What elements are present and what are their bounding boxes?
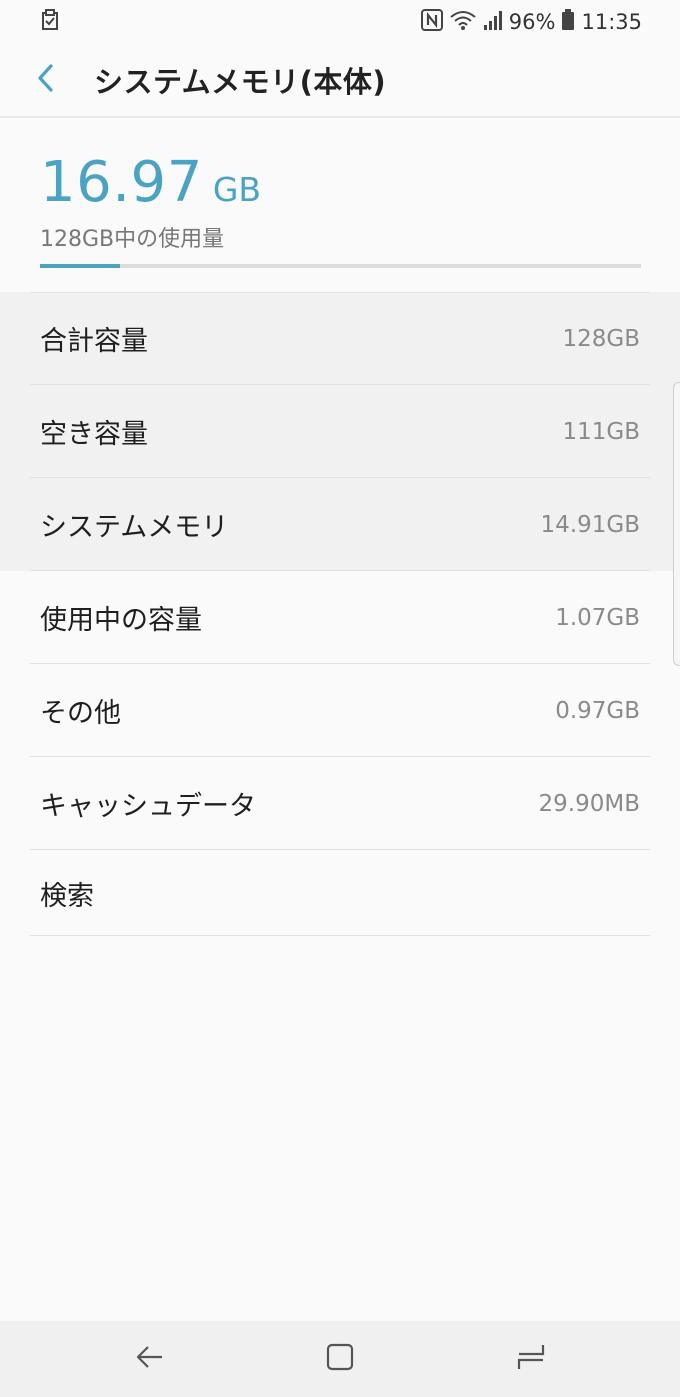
nav-back-button[interactable] — [90, 1321, 210, 1397]
list-item-cache[interactable]: キャッシュデータ 29.90MB — [0, 757, 680, 850]
list-item-value: 14.91GB — [540, 511, 640, 538]
nfc-icon — [420, 8, 443, 36]
back-button[interactable] — [12, 43, 80, 117]
used-value: 16.97 — [40, 150, 203, 215]
list-item-label: 合計容量 — [40, 326, 148, 357]
edge-panel-handle[interactable] — [673, 382, 680, 666]
wifi-icon — [449, 9, 477, 36]
list-item-value: 29.90MB — [538, 790, 640, 817]
list-item-system-memory[interactable]: システムメモリ 14.91GB — [0, 478, 680, 571]
list-item-used[interactable]: 使用中の容量 1.07GB — [0, 571, 680, 664]
page-title: システムメモリ(本体) — [94, 65, 387, 99]
signal-icon — [483, 9, 503, 36]
usage-progress-fill — [40, 264, 120, 268]
app-bar: システムメモリ(本体) — [0, 44, 680, 118]
list-item-label: システムメモリ — [40, 512, 229, 543]
list-item-total[interactable]: 合計容量 128GB — [0, 292, 680, 385]
list-item-value: 0.97GB — [555, 697, 640, 724]
navigation-bar — [0, 1321, 680, 1397]
list-item-label: キャッシュデータ — [40, 791, 256, 822]
clock: 11:35 — [581, 10, 642, 34]
used-unit: GB — [212, 170, 262, 209]
nav-recents-button[interactable] — [471, 1321, 591, 1397]
list-item-label: 検索 — [40, 880, 94, 912]
battery-text: 96% — [508, 10, 556, 34]
nav-recents-icon — [516, 1342, 546, 1376]
list-item-search[interactable]: 検索 — [0, 850, 680, 936]
usage-caption: 128GB中の使用量 — [40, 227, 225, 252]
nav-home-button[interactable] — [280, 1321, 400, 1397]
battery-icon — [561, 8, 575, 36]
list-item-label: 使用中の容量 — [40, 605, 202, 636]
usage-progress-bar — [40, 264, 641, 268]
usage-summary: 16.97 GB 128GB中の使用量 — [40, 150, 641, 253]
list-item-value: 1.07GB — [555, 604, 640, 631]
nav-home-icon — [325, 1342, 355, 1376]
list-item-free[interactable]: 空き容量 111GB — [0, 385, 680, 478]
used-amount: 16.97 GB — [40, 150, 641, 215]
storage-list: 合計容量 128GB 空き容量 111GB システムメモリ 14.91GB 使用… — [0, 292, 680, 936]
status-bar: 96% 11:35 — [0, 0, 680, 44]
list-item-value: 111GB — [562, 418, 640, 445]
list-item-label: その他 — [40, 698, 121, 729]
list-item-value: 128GB — [562, 325, 640, 352]
nav-back-icon — [135, 1342, 165, 1376]
list-item-label: 空き容量 — [40, 419, 148, 450]
list-item-other[interactable]: その他 0.97GB — [0, 664, 680, 757]
notification-check-icon — [40, 8, 60, 36]
back-arrow-icon — [35, 63, 57, 97]
